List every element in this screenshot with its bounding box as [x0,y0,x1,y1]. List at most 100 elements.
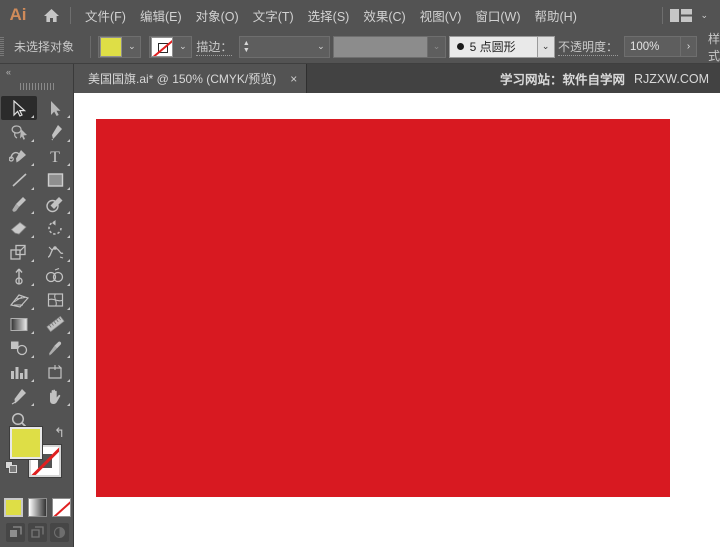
stroke-swatch-group[interactable]: ⌄ [149,35,193,58]
screen-mode-normal-icon[interactable] [5,522,25,542]
menu-item-type[interactable]: 文字(T) [246,2,301,29]
tool-free-transform[interactable] [1,264,37,288]
selection-status-label: 未选择对象 [14,40,75,54]
fill-swatch-wrap[interactable] [98,35,124,58]
tool-shaper[interactable] [37,192,73,216]
brush-definition-label: 5 点圆形 [469,40,516,54]
color-mode-fill[interactable] [3,497,23,517]
tool-scale[interactable] [1,240,37,264]
swap-fill-stroke-icon[interactable]: ↰ [54,425,65,441]
tool-eyedropper[interactable] [37,336,73,360]
stroke-weight-caret-icon[interactable]: ⌄ [312,35,331,58]
promo-label: 学习网站：软件自学网 [499,73,625,87]
tool-rotate[interactable] [37,216,73,240]
promo-group: 学习网站：软件自学网 RJZXW.COM [500,64,720,93]
color-mode-none-icon[interactable] [51,497,71,517]
stroke-profile-input[interactable] [333,35,428,58]
tools-panel: « T ↰ [0,64,74,547]
tool-grid: T [0,93,73,432]
brush-definition-group[interactable]: 5 点圆形 ⌄ [448,35,555,58]
menubar-divider [70,6,71,24]
fill-swatch-group[interactable]: ⌄ [98,35,142,58]
stroke-weight-label[interactable]: 描边： [196,38,233,56]
illustrator-window: Ai 文件(F) 编辑(E) 对象(O) 文字(T) 选择(S) 效果(C) 视… [0,0,720,547]
tool-width[interactable] [37,240,73,264]
opacity-arrow-icon[interactable]: › [679,36,697,57]
menu-item-view[interactable]: 视图(V) [413,2,469,29]
tool-column-graph[interactable] [1,360,37,384]
brush-dot-icon [456,43,464,50]
color-mode-buttons [0,495,74,519]
menu-item-effect[interactable]: 效果(C) [356,2,412,29]
tool-line-segment[interactable] [1,168,37,192]
stroke-weight-stepper[interactable]: ▲ ▼ [239,35,253,58]
screen-mode-buttons [0,521,74,543]
collapse-panel-icon[interactable]: « [6,67,11,77]
menu-item-edit[interactable]: 编辑(E) [133,2,189,29]
tool-blend[interactable] [1,336,37,360]
menu-item-window[interactable]: 窗口(W) [468,2,527,29]
promo-url: RJZXW.COM [634,71,709,86]
tool-artboard[interactable] [37,360,73,384]
tool-eraser[interactable] [1,216,37,240]
arrange-documents-icon[interactable] [670,8,693,23]
tool-pen[interactable] [37,120,73,144]
screen-mode-full-menu-icon[interactable] [27,522,47,542]
opacity-input[interactable]: 100% [623,36,680,57]
control-bar: 未选择对象 ⌄ ⌄ 描边： ▲ ▼ ⌄ ⌄ 5 点圆形 ⌄ 不透明度： 100%… [0,30,720,64]
svg-text:T: T [50,149,60,164]
default-fill-stroke-icon[interactable] [5,461,18,474]
red-rectangle-artwork[interactable] [96,119,670,497]
stroke-weight-input[interactable] [252,35,313,58]
menu-item-help[interactable]: 帮助(H) [528,2,584,29]
stroke-dropdown-caret-icon[interactable]: ⌄ [174,35,193,58]
document-tab[interactable]: 美国国旗.ai* @ 150% (CMYK/预览) × [74,64,308,93]
menubar-right-group: ⌄ [658,6,720,24]
tool-type[interactable]: T [37,144,73,168]
stroke-swatch-wrap[interactable] [149,35,175,58]
tool-hand[interactable] [37,384,73,408]
opacity-field-group[interactable]: 100% › [623,36,697,57]
stroke-profile-group[interactable]: ⌄ [333,35,446,58]
document-tab-title: 美国国旗.ai* @ 150% (CMYK/预览) [88,72,277,86]
home-icon[interactable] [36,0,66,30]
menubar-divider-2 [662,6,664,24]
tool-curvature[interactable] [1,144,37,168]
tools-panel-header[interactable]: « [0,64,73,79]
document-canvas[interactable] [74,93,720,547]
color-mode-gradient[interactable] [27,497,47,517]
menu-item-file[interactable]: 文件(F) [78,2,133,29]
tool-selection[interactable] [1,96,37,120]
menu-item-select[interactable]: 选择(S) [301,2,357,29]
fill-dropdown-caret-icon[interactable]: ⌄ [123,35,142,58]
stroke-weight-field-group[interactable]: ▲ ▼ ⌄ [239,35,331,58]
close-icon[interactable]: × [290,73,297,85]
tool-slice[interactable] [1,384,37,408]
stroke-color-swatch-none-icon[interactable] [151,36,174,57]
style-label[interactable]: 样式 [708,30,720,64]
menu-item-list: 文件(F) 编辑(E) 对象(O) 文字(T) 选择(S) 效果(C) 视图(V… [78,2,584,29]
document-tab-bar: 美国国旗.ai* @ 150% (CMYK/预览) × 学习网站：软件自学网 R… [74,64,720,93]
fill-color-box[interactable] [10,427,42,459]
tool-paintbrush[interactable] [1,192,37,216]
tool-direct-selection[interactable] [37,96,73,120]
color-controls: ↰ [0,423,74,491]
tool-shape-builder[interactable] [37,264,73,288]
menu-bar: Ai 文件(F) 编辑(E) 对象(O) 文字(T) 选择(S) 效果(C) 视… [0,0,720,30]
stroke-profile-caret-icon[interactable]: ⌄ [428,35,446,58]
arrange-chevron-down-icon[interactable]: ⌄ [700,10,708,21]
tool-lasso[interactable] [1,120,37,144]
tool-gradient[interactable] [1,312,37,336]
tool-rectangle[interactable] [37,168,73,192]
menu-item-object[interactable]: 对象(O) [189,2,246,29]
app-logo-text: Ai [9,5,27,24]
tools-panel-grip[interactable] [0,79,73,93]
brush-definition-field[interactable]: 5 点圆形 [448,35,537,58]
fill-color-swatch[interactable] [100,36,123,57]
screen-mode-full-icon[interactable] [49,522,69,542]
brush-definition-caret-icon[interactable]: ⌄ [536,35,555,58]
tool-mesh[interactable] [37,288,73,312]
opacity-label[interactable]: 不透明度： [557,38,618,56]
tool-measure[interactable] [37,312,73,336]
tool-perspective-grid[interactable] [1,288,37,312]
